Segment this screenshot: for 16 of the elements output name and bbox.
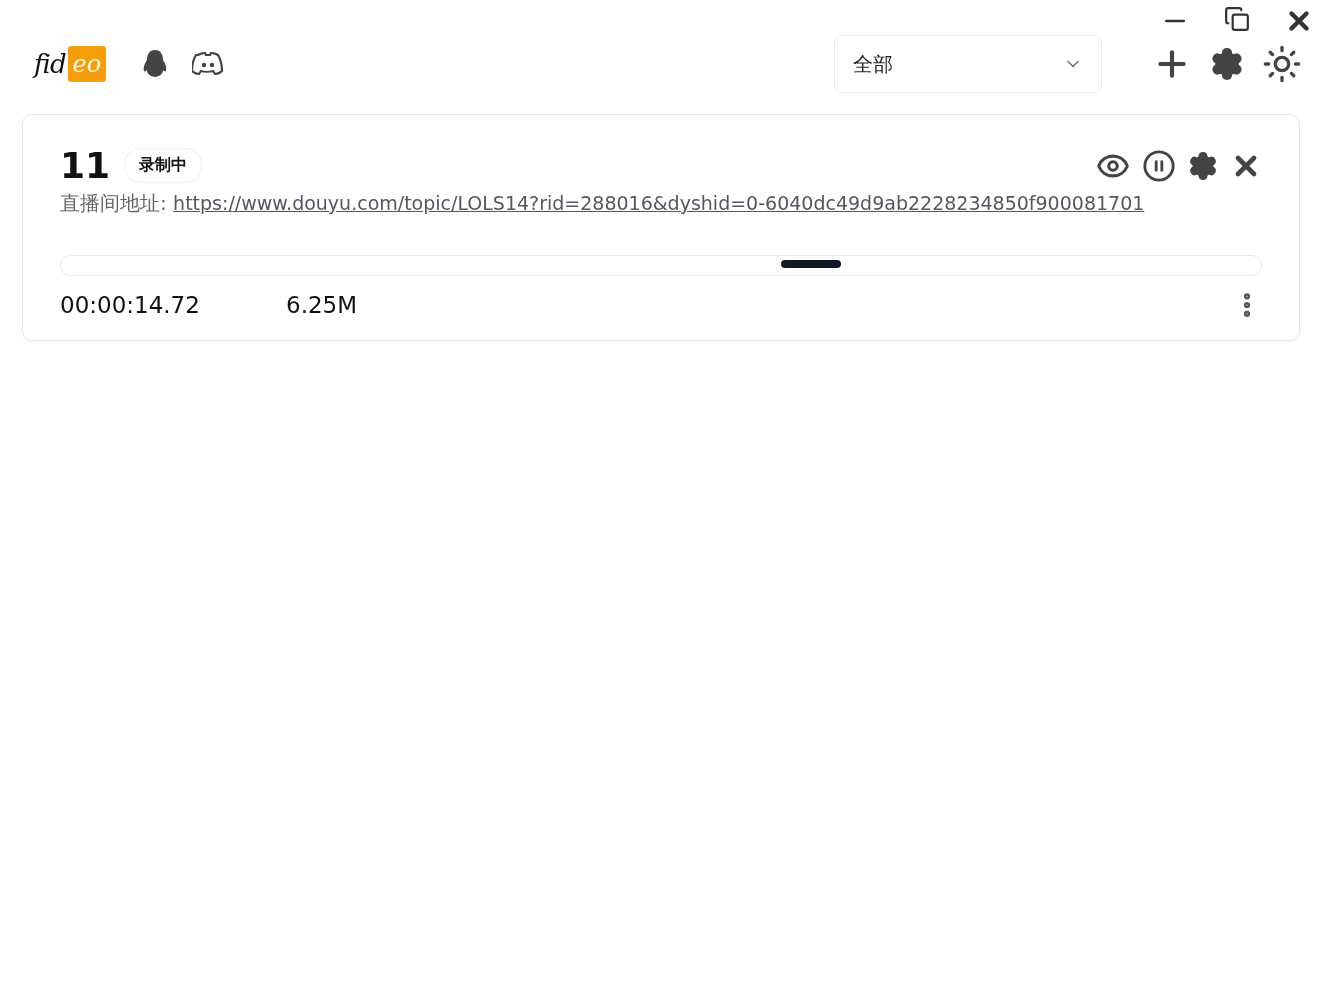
restore-icon[interactable] (1224, 6, 1250, 32)
settings-icon[interactable] (1188, 150, 1218, 181)
size-text: 6.25M (286, 292, 358, 318)
url-link[interactable]: https://www.douyu.com/topic/LOLS14?rid=288016&dyshid=0-6040dc49d9ab2228234850f900081701 (173, 192, 1145, 214)
url-line: 直播间地址: https://www.douyu.com/topic/LOLS14?rid=288016&dyshid=0-6040dc49d9ab2228234850f900081701 (60, 190, 1146, 217)
duration-text: 00:00:14.72 (60, 292, 200, 318)
pause-icon[interactable] (1142, 148, 1176, 183)
sun-icon[interactable] (1262, 44, 1302, 84)
logo-text: fid (34, 49, 66, 79)
filter-select[interactable]: 全部 (834, 35, 1102, 93)
penguin-icon[interactable] (142, 49, 169, 79)
task-name: 11 (60, 145, 111, 186)
game-controller-icon[interactable] (192, 51, 225, 77)
status-tag: 录制中 (124, 148, 203, 183)
settings-icon[interactable] (1210, 47, 1244, 81)
logo-badge: eo (67, 46, 107, 82)
